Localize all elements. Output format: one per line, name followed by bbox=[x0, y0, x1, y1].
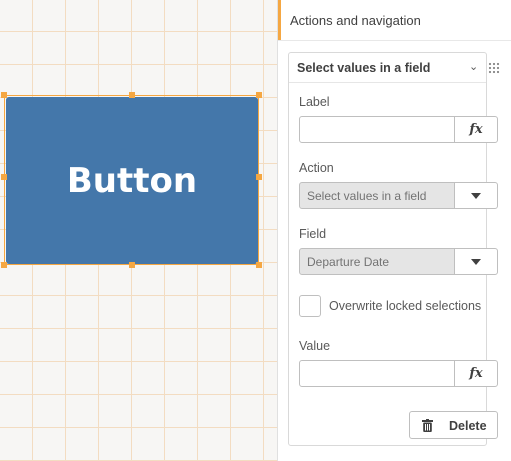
field-select[interactable]: Departure Date bbox=[299, 248, 455, 275]
caret-down-icon bbox=[471, 258, 481, 265]
action-field-label: Action bbox=[299, 161, 334, 175]
action-card-title: Select values in a field bbox=[297, 61, 431, 75]
properties-panel: Actions and navigation Select values in … bbox=[278, 0, 511, 461]
action-card-header[interactable]: Select values in a field ⌄ bbox=[289, 53, 500, 83]
button-object[interactable]: Button bbox=[6, 97, 258, 264]
resize-handle-top-right[interactable] bbox=[256, 92, 262, 98]
resize-handle-left[interactable] bbox=[1, 174, 7, 180]
resize-handle-bottom-right[interactable] bbox=[256, 262, 262, 268]
value-field-label: Value bbox=[299, 339, 331, 353]
resize-handle-bottom[interactable] bbox=[129, 262, 135, 268]
field-field-label: Field bbox=[299, 227, 327, 241]
sheet-canvas[interactable]: Button bbox=[0, 0, 277, 461]
delete-button-label: Delete bbox=[449, 419, 487, 433]
overwrite-checkbox-label[interactable]: Overwrite locked selections bbox=[329, 299, 481, 313]
caret-down-icon bbox=[471, 192, 481, 199]
action-select[interactable]: Select values in a field bbox=[299, 182, 455, 209]
section-header-label: Actions and navigation bbox=[290, 12, 421, 28]
label-input-wrapper bbox=[299, 116, 455, 143]
field-dropdown-button[interactable] bbox=[454, 248, 498, 275]
trash-icon bbox=[422, 419, 433, 432]
value-input[interactable] bbox=[300, 361, 454, 386]
action-select-value: Select values in a field bbox=[307, 188, 427, 203]
resize-handle-right[interactable] bbox=[256, 174, 262, 180]
overwrite-checkbox[interactable] bbox=[299, 295, 321, 317]
label-input[interactable] bbox=[300, 117, 454, 142]
value-expression-button[interactable]: fx bbox=[454, 360, 498, 387]
drag-handle-icon[interactable] bbox=[488, 62, 500, 74]
delete-action-button[interactable]: Delete bbox=[409, 411, 498, 439]
fx-icon: fx bbox=[469, 122, 483, 137]
field-select-value: Departure Date bbox=[307, 254, 390, 269]
label-field-label: Label bbox=[299, 95, 330, 109]
header-divider bbox=[278, 40, 511, 41]
button-object-label: Button bbox=[66, 160, 198, 201]
fx-icon: fx bbox=[469, 366, 483, 381]
chevron-down-icon[interactable]: ⌄ bbox=[469, 60, 478, 73]
label-expression-button[interactable]: fx bbox=[454, 116, 498, 143]
value-input-wrapper bbox=[299, 360, 455, 387]
resize-handle-top-left[interactable] bbox=[1, 92, 7, 98]
action-dropdown-button[interactable] bbox=[454, 182, 498, 209]
section-header-actions[interactable]: Actions and navigation bbox=[278, 0, 511, 40]
resize-handle-bottom-left[interactable] bbox=[1, 262, 7, 268]
resize-handle-top[interactable] bbox=[129, 92, 135, 98]
action-card: Select values in a field ⌄ Label fx Acti… bbox=[288, 52, 500, 446]
